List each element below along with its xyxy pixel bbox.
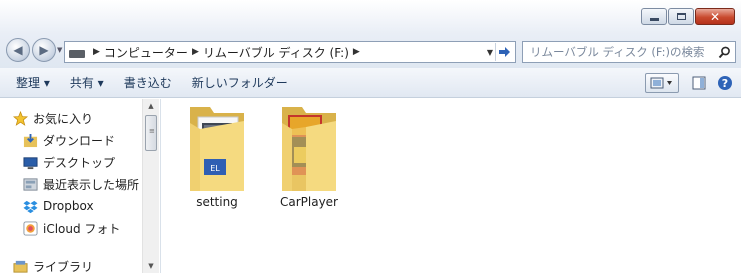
nav-desktop[interactable]: デスクトップ bbox=[22, 151, 115, 173]
forward-button[interactable]: ▶ bbox=[32, 38, 56, 62]
computer-icon bbox=[69, 50, 85, 58]
refresh-button[interactable] bbox=[495, 43, 513, 61]
chevron-right-icon[interactable]: ▶ bbox=[192, 47, 199, 57]
minimize-button[interactable] bbox=[641, 8, 667, 25]
breadcrumb-computer[interactable]: コンピューター bbox=[104, 44, 188, 61]
nav-recent-places-label: 最近表示した場所 bbox=[43, 177, 140, 192]
view-icon bbox=[650, 77, 672, 89]
nav-icloud-photos-label: iCloud フォト bbox=[43, 221, 121, 236]
minimize-icon bbox=[649, 18, 659, 21]
help-button[interactable]: ? bbox=[715, 73, 735, 93]
nav-desktop-label: デスクトップ bbox=[43, 155, 116, 170]
toolbar-right: ? bbox=[645, 73, 735, 93]
nav-scrollbar[interactable]: ▲ ≡ ▼ bbox=[142, 99, 159, 273]
command-bar: 整理 ▾ 共有 ▾ 書き込む 新しいフォルダー ? bbox=[0, 68, 741, 98]
organize-menu[interactable]: 整理 ▾ bbox=[0, 74, 60, 91]
address-dropdown-icon[interactable]: ▼ bbox=[487, 48, 493, 57]
nav-downloads-label: ダウンロード bbox=[43, 133, 116, 148]
chevron-right-icon[interactable]: ▶ bbox=[93, 47, 100, 57]
folder-icon: EL bbox=[190, 107, 244, 191]
nav-favorites-label: お気に入り bbox=[33, 111, 94, 126]
file-item[interactable]: CarPlayer bbox=[263, 103, 355, 209]
address-bar[interactable]: ▶ コンピューター ▶ リムーバブル ディスク (F:) ▶ ▼ bbox=[64, 41, 516, 63]
close-button[interactable]: ✕ bbox=[695, 8, 735, 25]
svg-text:EL: EL bbox=[210, 164, 220, 173]
nav-downloads[interactable]: ダウンロード bbox=[22, 129, 115, 151]
nav-recent-places[interactable]: 最近表示した場所 bbox=[22, 173, 142, 195]
nav-libraries[interactable]: ライブラリ bbox=[12, 255, 93, 273]
window-controls: ✕ bbox=[640, 8, 735, 25]
libraries-icon bbox=[12, 258, 28, 273]
scroll-thumb[interactable]: ≡ bbox=[145, 115, 157, 151]
window-frame: ✕ bbox=[0, 0, 741, 34]
star-icon bbox=[12, 110, 28, 126]
refresh-icon bbox=[498, 47, 510, 57]
burn-button[interactable]: 書き込む bbox=[114, 74, 182, 91]
nav-dropbox[interactable]: Dropbox bbox=[22, 195, 94, 217]
scroll-up-icon[interactable]: ▲ bbox=[143, 99, 159, 113]
dropbox-icon bbox=[22, 198, 38, 214]
maximize-icon bbox=[676, 13, 686, 20]
address-row: ◀ ▶ ▼ ▶ コンピューター ▶ リムーバブル ディスク (F:) ▶ ▼ リ… bbox=[0, 34, 741, 68]
share-menu[interactable]: 共有 ▾ bbox=[60, 74, 114, 91]
search-icon[interactable] bbox=[715, 43, 733, 61]
desktop-icon bbox=[22, 154, 38, 170]
back-arrow-icon: ◀ bbox=[13, 43, 23, 57]
preview-pane-icon bbox=[692, 76, 706, 90]
search-input[interactable]: リムーバブル ディスク (F:)の検索 bbox=[522, 41, 736, 63]
maximize-button[interactable] bbox=[668, 8, 694, 25]
search-placeholder: リムーバブル ディスク (F:)の検索 bbox=[530, 45, 705, 59]
icloud-photos-icon bbox=[22, 220, 38, 236]
close-icon: ✕ bbox=[709, 9, 721, 24]
navigation-pane: お気に入り ダウンロード デスクトップ 最近表示した場所 Dropbox iCl… bbox=[0, 99, 160, 273]
breadcrumb-removable-disk[interactable]: リムーバブル ディスク (F:) bbox=[203, 44, 349, 61]
nav-icloud-photos[interactable]: iCloud フォト bbox=[22, 217, 120, 239]
file-name: setting bbox=[196, 195, 238, 209]
file-name: CarPlayer bbox=[279, 195, 338, 209]
scroll-down-icon[interactable]: ▼ bbox=[143, 259, 159, 273]
preview-pane-button[interactable] bbox=[689, 73, 709, 93]
new-folder-button[interactable]: 新しいフォルダー bbox=[182, 74, 298, 91]
back-button[interactable]: ◀ bbox=[6, 38, 30, 62]
chevron-right-icon[interactable]: ▶ bbox=[353, 47, 360, 57]
grip-icon: ≡ bbox=[149, 127, 155, 135]
recent-pages-dropdown-icon[interactable]: ▼ bbox=[57, 46, 62, 54]
folder-icon bbox=[282, 107, 336, 191]
forward-arrow-icon: ▶ bbox=[39, 43, 49, 57]
downloads-icon bbox=[22, 132, 38, 148]
nav-favorites[interactable]: お気に入り bbox=[12, 107, 93, 129]
help-icon: ? bbox=[718, 76, 732, 90]
svg-text:?: ? bbox=[722, 77, 728, 90]
nav-libraries-label: ライブラリ bbox=[33, 259, 94, 273]
file-list: EL setting CarPlayer bbox=[161, 99, 741, 273]
recent-places-icon bbox=[22, 176, 38, 192]
file-item[interactable]: EL setting bbox=[171, 103, 263, 209]
nav-dropbox-label: Dropbox bbox=[43, 199, 94, 213]
change-view-button[interactable] bbox=[645, 73, 679, 93]
